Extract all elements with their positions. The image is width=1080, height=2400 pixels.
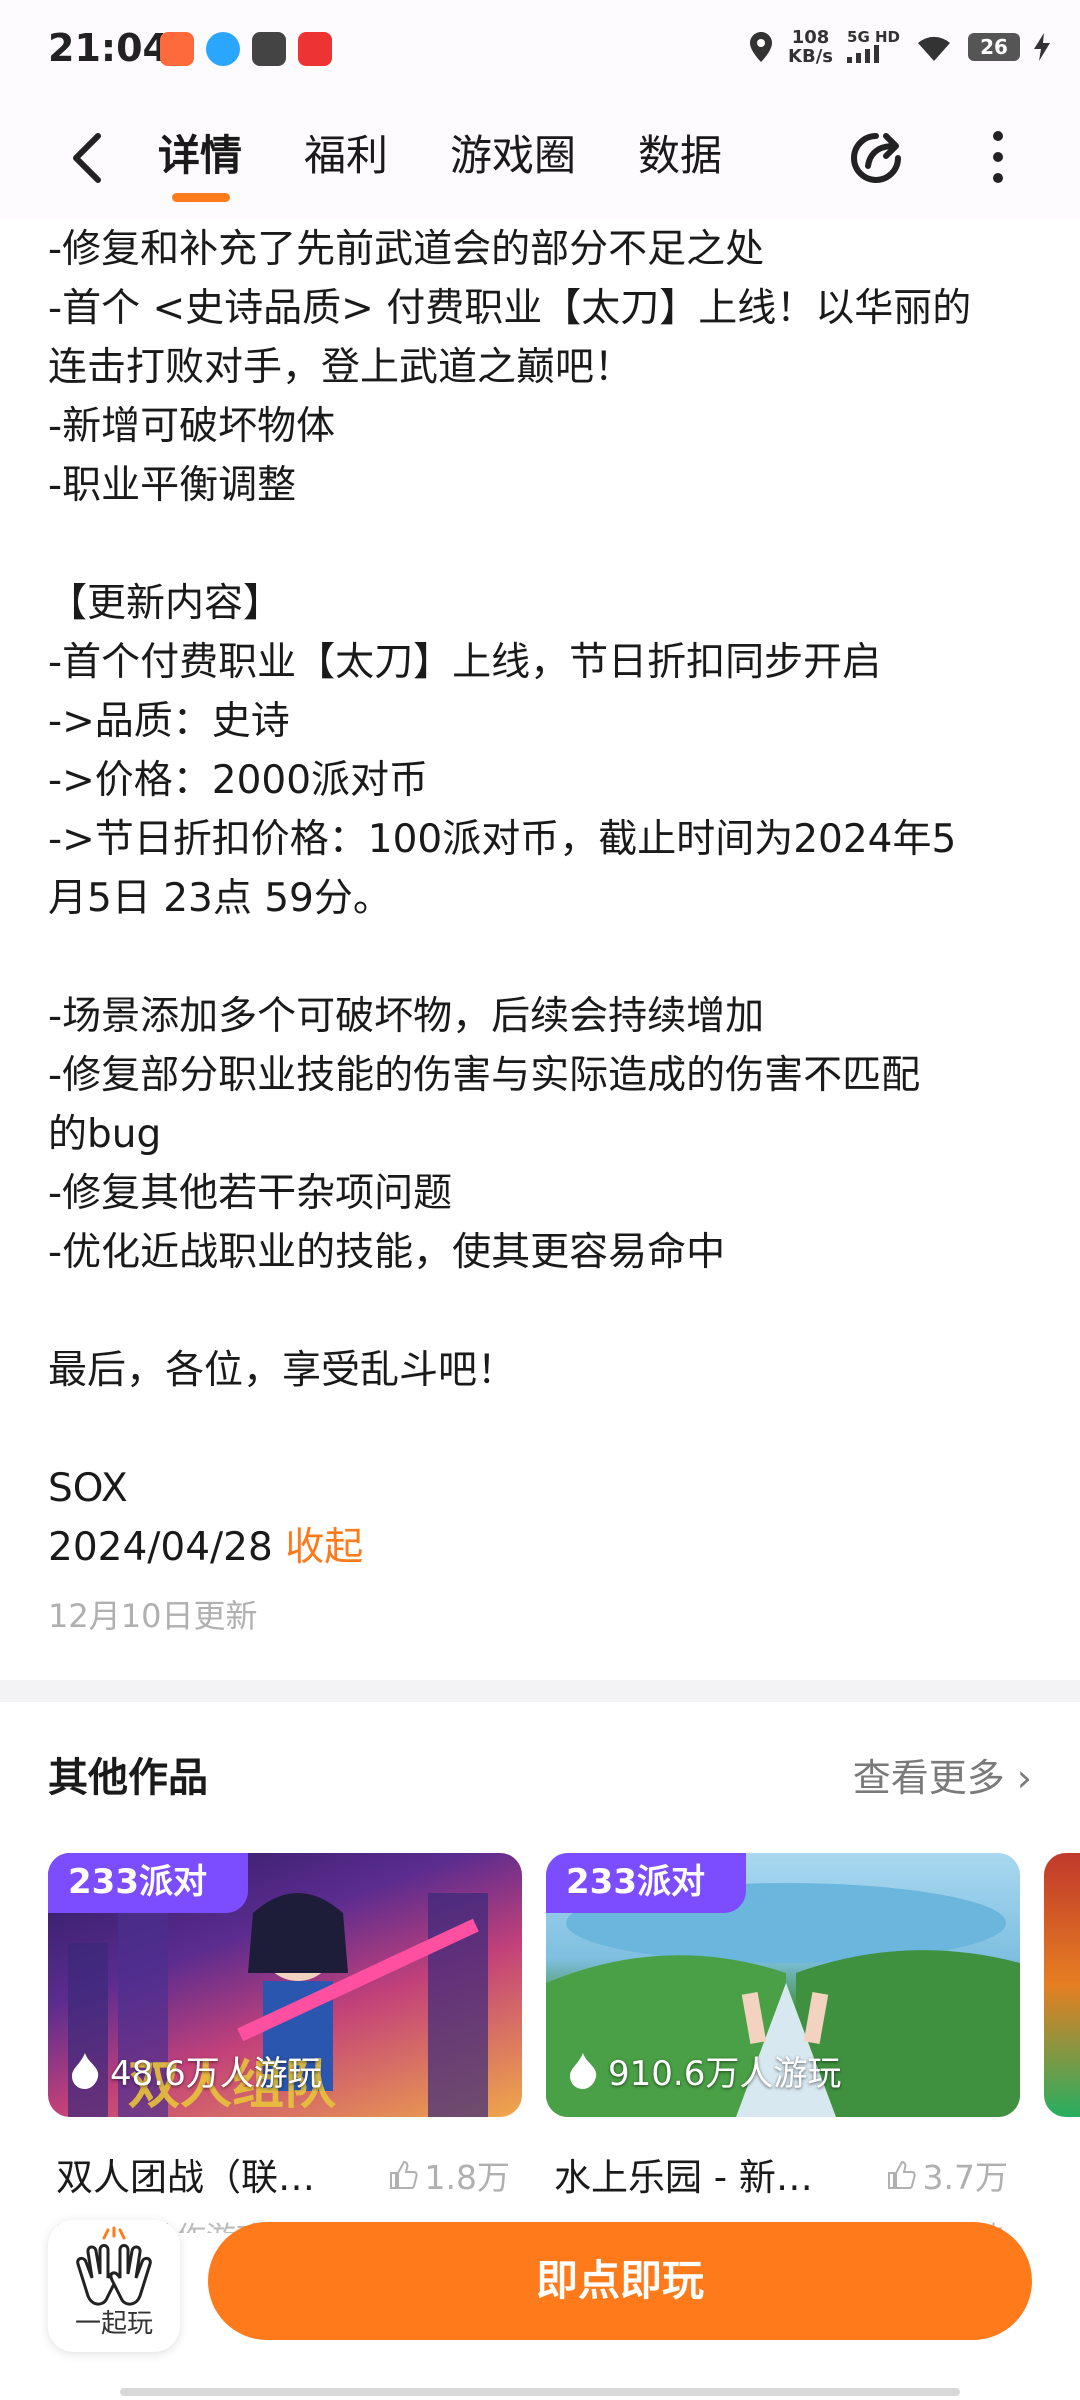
platform-badge: 233派对	[48, 1853, 248, 1913]
location-icon	[750, 32, 773, 62]
game-title: 双人团战（联…	[56, 2156, 315, 2199]
game-cover-image: 233派对 910.6万人游玩	[546, 1853, 1020, 2117]
collapse-button[interactable]: 收起	[285, 1525, 363, 1570]
description-line	[48, 515, 1038, 574]
description-line: 月5日 23点 59分。	[48, 876, 392, 921]
qq-icon	[206, 32, 240, 66]
description-line	[48, 928, 1038, 987]
description-line: ->价格：2000派对币	[48, 758, 429, 803]
description-line: -首个 <史诗品质> 付费职业【太刀】上线！以华丽的	[48, 286, 972, 331]
like-count-label: 3.7万	[922, 2158, 1008, 2197]
author-signature: SOX	[48, 1466, 128, 1511]
game-card-partial[interactable]	[1044, 1853, 1080, 2117]
bottom-action-bar: 一起玩 即点即玩	[0, 2200, 1080, 2400]
status-bar: 21:04 108 KB/s 5G HD 26	[0, 0, 1080, 100]
like-count-label: 1.8万	[424, 2158, 510, 2197]
description-line: -修复和补充了先前武道会的部分不足之处	[48, 227, 765, 272]
signal-bars-icon	[847, 44, 880, 63]
description-line: 的bug	[48, 1112, 162, 1157]
chevron-right-icon: ›	[1016, 1756, 1032, 1800]
cellular-signal: 5G HD	[847, 29, 900, 66]
game-cover-image: 双人组队 233派对 48.6万人游玩	[48, 1853, 522, 2117]
description-line: -职业平衡调整	[48, 463, 297, 508]
speed-unit: KB/s	[788, 46, 834, 67]
instant-play-button[interactable]: 即点即玩	[208, 2222, 1032, 2340]
play-count: 910.6万人游玩	[568, 2046, 841, 2095]
description-line: 【更新内容】	[48, 581, 283, 626]
like-count: 1.8万	[387, 2151, 510, 2199]
play-together-label: 一起玩	[74, 2309, 153, 2339]
thumbs-up-icon	[887, 2160, 916, 2189]
description-line: ->节日折扣价格：100派对币，截止时间为2024年5	[48, 817, 957, 862]
game-description: -修复和补充了先前武道会的部分不足之处 -首个 <史诗品质> 付费职业【太刀】上线…	[48, 220, 1038, 1637]
description-line: -新增可破坏物体	[48, 404, 336, 449]
tab-label: 详情	[158, 131, 243, 180]
see-more-link[interactable]: 查看更多 ›	[853, 1747, 1032, 1802]
flame-icon	[570, 2052, 597, 2089]
description-line: -首个付费职业【太刀】上线，节日折扣同步开启	[48, 640, 882, 685]
mail-icon	[252, 32, 286, 66]
tab-label: 数据	[638, 131, 723, 180]
game-card[interactable]: 233派对 910.6万人游玩 水上乐园 - 新… 3.7万 水上乐园，休闲益智…	[546, 1853, 1020, 2233]
platform-badge: 233派对	[546, 1853, 746, 1913]
network-speed: 108 KB/s	[788, 28, 833, 66]
like-count: 3.7万	[885, 2151, 1008, 2199]
wifi-icon	[918, 36, 950, 61]
description-line: -修复部分职业技能的伤害与实际造成的伤害不匹配	[48, 1053, 921, 1098]
play-count-label: 910.6万人游玩	[608, 2054, 842, 2094]
description-line: -优化近战职业的技能，使其更容易命中	[48, 1230, 726, 1275]
active-tab-indicator	[172, 193, 230, 202]
play-count: 48.6万人游玩	[70, 2046, 322, 2095]
more-options-icon[interactable]	[978, 126, 1018, 188]
status-indicators: 108 KB/s 5G HD 26	[748, 28, 1050, 66]
section-divider	[0, 1680, 1080, 1702]
tab-label: 福利	[304, 131, 389, 180]
game-cover-image	[1044, 1853, 1080, 2117]
tab-data[interactable]: 数据	[638, 126, 722, 196]
update-time: 12月10日更新	[48, 1597, 258, 1635]
battery-indicator: 26	[968, 33, 1020, 61]
description-line: 最后，各位，享受乱斗吧！	[48, 1348, 517, 1393]
play-together-button[interactable]: 一起玩	[48, 2220, 180, 2352]
charging-icon	[1034, 33, 1050, 61]
see-more-label: 查看更多	[852, 1756, 1005, 1800]
game-title: 水上乐园 - 新…	[554, 2156, 813, 2199]
status-time: 21:04	[48, 26, 169, 70]
description-line: ->品质：史诗	[48, 699, 290, 744]
description-line	[48, 1400, 1038, 1459]
tab-bar: 详情 福利 游戏圈 数据	[158, 126, 722, 202]
nav-bar: 详情 福利 游戏圈 数据	[0, 100, 1080, 220]
tab-welfare[interactable]: 福利	[304, 126, 388, 196]
share-icon[interactable]	[846, 126, 908, 188]
home-indicator[interactable]	[120, 2388, 960, 2396]
tab-label: 游戏圈	[450, 131, 577, 180]
description-line: -修复其他若干杂项问题	[48, 1171, 453, 1216]
flame-icon	[72, 2052, 99, 2089]
back-arrow-icon[interactable]	[60, 128, 120, 188]
play-count-label: 48.6万人游玩	[110, 2054, 322, 2094]
network-type: 5G HD	[847, 27, 900, 46]
thumbs-up-icon	[389, 2160, 418, 2189]
other-works-list: 双人组队 233派对 48.6万人游玩 双人团战（联… 1.8万 双人联动作游戏…	[48, 1853, 1080, 2233]
tab-details[interactable]: 详情	[158, 126, 243, 202]
speed-value: 108	[791, 27, 830, 48]
game-card[interactable]: 双人组队 233派对 48.6万人游玩 双人团战（联… 1.8万 双人联动作游戏…	[48, 1853, 522, 2233]
description-line: 连击打败对手，登上武道之巅吧！	[48, 345, 634, 390]
tab-game-circle[interactable]: 游戏圈	[450, 126, 576, 196]
description-text: -修复和补充了先前武道会的部分不足之处 -首个 <史诗品质> 付费职业【太刀】上线…	[48, 220, 1038, 1459]
release-date-row: 2024/04/28 收起	[48, 1518, 1038, 1577]
release-date: 2024/04/28	[48, 1525, 273, 1570]
other-works-title: 其他作品	[48, 1755, 208, 1801]
app-notification-icon	[298, 32, 332, 66]
description-line	[48, 1282, 1038, 1341]
other-works-header: 其他作品 查看更多 ›	[48, 1745, 1032, 1805]
status-notification-icons	[160, 32, 332, 66]
description-line: -场景添加多个可破坏物，后续会持续增加	[48, 994, 765, 1039]
app-notification-icon	[160, 32, 194, 66]
